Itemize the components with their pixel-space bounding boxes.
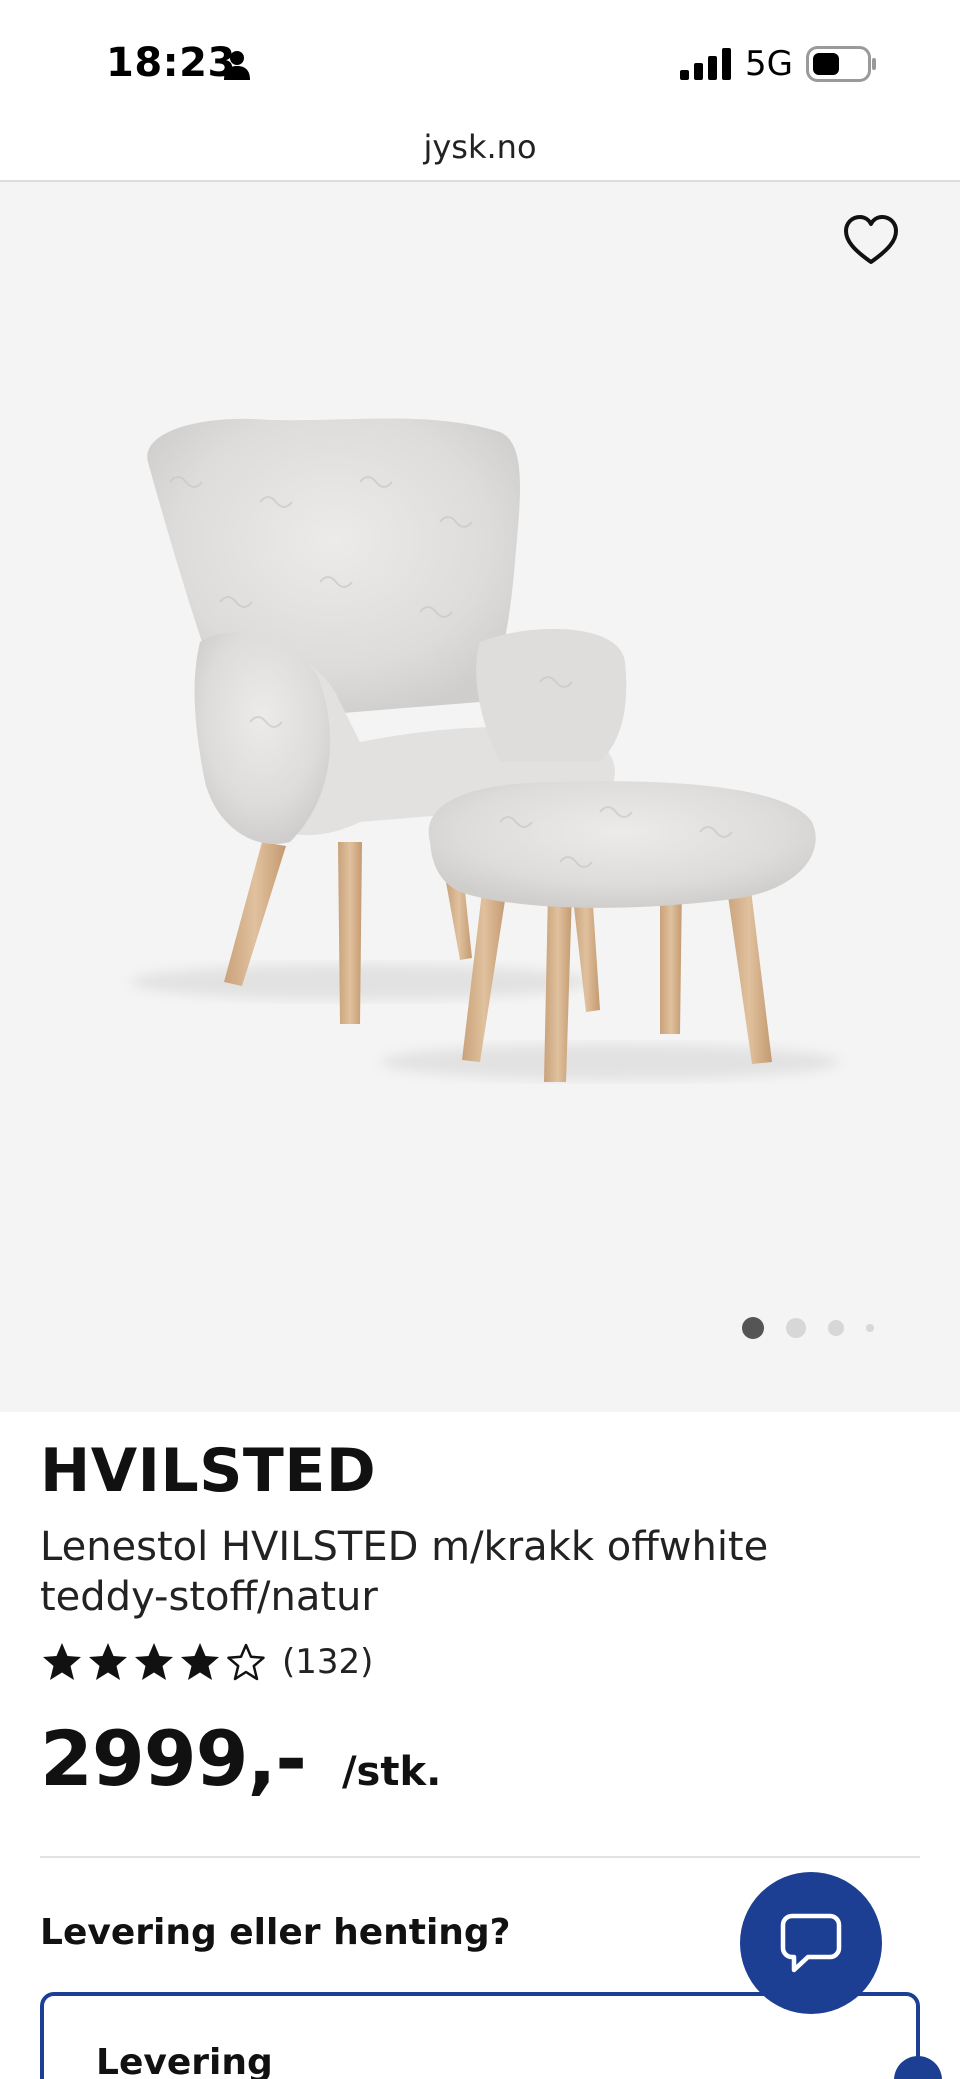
product-price: 2999,- bbox=[40, 1714, 307, 1803]
star-filled-icon bbox=[89, 1643, 127, 1680]
price-unit: /stk. bbox=[341, 1749, 442, 1795]
star-filled-icon bbox=[43, 1643, 81, 1680]
battery-icon bbox=[806, 46, 876, 82]
carousel-dot-4[interactable] bbox=[866, 1324, 874, 1332]
carousel-dots[interactable] bbox=[742, 1316, 896, 1340]
carousel-dot-1[interactable] bbox=[742, 1317, 764, 1339]
person-icon bbox=[224, 51, 250, 80]
review-count[interactable]: (132) bbox=[282, 1642, 373, 1682]
network-type: 5G bbox=[745, 44, 793, 84]
chat-bubble-icon bbox=[780, 1913, 842, 1973]
star-filled-icon bbox=[181, 1643, 219, 1680]
delivery-option-label[interactable]: Levering bbox=[96, 2042, 273, 2079]
star-empty-icon bbox=[227, 1643, 265, 1681]
delivery-heading: Levering eller henting? bbox=[40, 1912, 511, 1953]
product-image[interactable] bbox=[0, 182, 960, 1412]
chat-button[interactable] bbox=[740, 1872, 882, 2014]
status-time: 18:23 bbox=[106, 40, 236, 86]
divider bbox=[40, 1856, 920, 1858]
address-bar[interactable]: jysk.no bbox=[0, 120, 960, 182]
star-filled-icon bbox=[135, 1643, 173, 1680]
product-brand: HVILSTED bbox=[40, 1436, 377, 1506]
status-bar: 18:23 5G bbox=[0, 0, 960, 120]
product-gallery[interactable] bbox=[0, 182, 960, 1412]
carousel-dot-3[interactable] bbox=[828, 1320, 844, 1336]
heart-icon[interactable] bbox=[842, 212, 900, 270]
signal-icon bbox=[680, 48, 731, 80]
carousel-dot-2[interactable] bbox=[786, 1318, 806, 1338]
price-row: 2999,- /stk. bbox=[40, 1714, 441, 1803]
url-text[interactable]: jysk.no bbox=[423, 128, 536, 166]
product-rating[interactable]: (132) bbox=[40, 1640, 373, 1684]
selected-indicator-icon[interactable] bbox=[894, 2056, 942, 2079]
product-description: Lenestol HVILSTED m/krakk offwhite teddy… bbox=[40, 1524, 769, 1620]
